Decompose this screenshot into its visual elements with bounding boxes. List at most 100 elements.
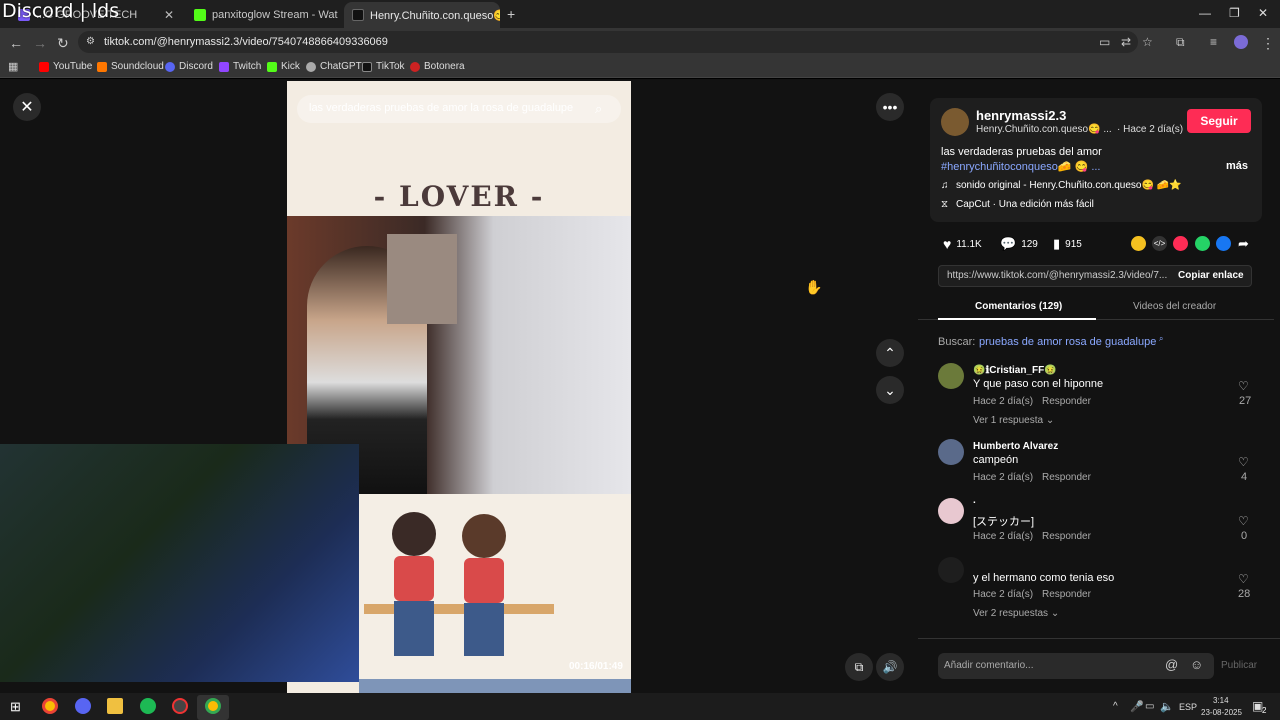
bookmark-star-icon[interactable]: ☆ xyxy=(1142,35,1153,49)
chrome-icon[interactable] xyxy=(205,698,221,714)
send-icon[interactable] xyxy=(1173,236,1188,251)
reload-icon[interactable]: ↻ xyxy=(57,35,69,52)
cast-icon[interactable]: ▭ xyxy=(1099,35,1110,49)
bookmark-botonera[interactable]: Botonera xyxy=(410,61,465,72)
volume-icon[interactable]: 🔊 xyxy=(876,653,904,681)
copy-link-button[interactable]: Copiar enlace xyxy=(1178,270,1244,281)
tab-comments[interactable]: Comentarios (129) xyxy=(975,301,1062,312)
comment-like-icon[interactable]: ♡ xyxy=(1238,455,1249,469)
comment-text: Y que paso con el hiponne xyxy=(973,378,1104,390)
comment-stat[interactable]: 💬 129 xyxy=(1000,236,1038,252)
app-icon[interactable] xyxy=(172,698,188,714)
capcut-link[interactable]: CapCut · Una edición más fácil xyxy=(956,199,1094,210)
comment-user[interactable]: . xyxy=(973,495,976,506)
comment-placeholder: Añadir comentario... xyxy=(944,660,1034,671)
reply-button[interactable]: Responder xyxy=(1042,589,1091,600)
next-video-icon[interactable]: ⌄ xyxy=(876,376,904,404)
close-video-icon[interactable]: ✕ xyxy=(13,93,41,121)
tab-creator-videos[interactable]: Videos del creador xyxy=(1133,301,1216,312)
share-friends-icon[interactable] xyxy=(1131,236,1146,251)
chrome-icon[interactable] xyxy=(42,698,58,714)
reply-button[interactable]: Responder xyxy=(1042,531,1091,542)
bookmark-chatgpt[interactable]: ChatGPT xyxy=(306,61,362,72)
spotify-icon[interactable] xyxy=(140,698,156,714)
reply-button[interactable]: Responder xyxy=(1042,472,1091,483)
tab-tiktok[interactable]: Henry.Chuñito.con.queso😋✕ xyxy=(344,2,500,28)
network-icon[interactable]: ▭ xyxy=(1145,701,1154,712)
reply-button[interactable]: Responder xyxy=(1042,396,1091,407)
emoji-icon[interactable]: ☺ xyxy=(1190,657,1203,672)
close-icon[interactable]: ✕ xyxy=(164,8,174,22)
facebook-icon[interactable] xyxy=(1216,236,1231,251)
more-options-icon[interactable]: ••• xyxy=(876,93,904,121)
language-indicator[interactable]: ESP xyxy=(1179,702,1197,712)
tab-kick-stream[interactable]: panxitoglow Stream - Wat✕ xyxy=(186,2,340,28)
creator-avatar[interactable] xyxy=(941,108,969,136)
forward-icon[interactable]: → xyxy=(33,35,47,51)
share-arrow-icon[interactable]: ➦ xyxy=(1238,236,1249,252)
comment-avatar[interactable] xyxy=(938,363,964,389)
embed-icon[interactable]: </> xyxy=(1152,236,1167,251)
like-stat[interactable]: ♥ 11.1K xyxy=(943,236,982,252)
publish-button[interactable]: Publicar xyxy=(1221,660,1257,671)
comment-like-icon[interactable]: ♡ xyxy=(1238,379,1249,393)
view-replies-button[interactable]: Ver 2 respuestas ⌄ xyxy=(973,608,1059,619)
poster-photos xyxy=(387,234,457,324)
creator-nickname[interactable]: Henry.Chuñito.con.queso😋 ... xyxy=(976,124,1112,135)
more-button[interactable]: más xyxy=(1226,160,1248,172)
bookmark-twitch[interactable]: Twitch xyxy=(219,61,261,72)
mention-icon[interactable]: @ xyxy=(1165,657,1178,672)
back-icon[interactable]: ← xyxy=(9,35,23,51)
translate-icon[interactable]: ⇄ xyxy=(1121,35,1131,49)
bookmark-tiktok[interactable]: TikTok xyxy=(362,61,405,72)
new-tab-button[interactable]: + xyxy=(507,6,515,22)
notification-count: 2 xyxy=(1262,706,1267,715)
creator-username[interactable]: henrymassi2.3 xyxy=(976,108,1066,123)
discord-icon[interactable] xyxy=(75,698,91,714)
post-hashtag[interactable]: #henrychuñitoconqueso🧀 😋 ... xyxy=(941,160,1100,173)
miniplayer-icon[interactable]: ⧉ xyxy=(845,653,873,681)
comment-text: [ステッカー] xyxy=(973,516,1035,528)
webcam-overlay xyxy=(0,444,359,682)
apps-grid-icon[interactable]: ▦ xyxy=(8,60,18,73)
chatgpt-icon xyxy=(306,61,316,72)
whatsapp-icon[interactable] xyxy=(1195,236,1210,251)
video-search-overlay: las verdaderas pruebas de amor la rosa d… xyxy=(297,95,621,123)
view-replies-button[interactable]: Ver 1 respuesta ⌄ xyxy=(973,415,1054,426)
restore-icon[interactable]: ❐ xyxy=(1229,6,1240,20)
heart-icon: ♥ xyxy=(943,236,952,252)
search-related-query[interactable]: pruebas de amor rosa de guadalupe xyxy=(979,336,1156,348)
address-url[interactable]: tiktok.com/@henrymassi2.3/video/75407488… xyxy=(104,36,388,48)
comment-avatar[interactable] xyxy=(938,498,964,524)
clock-date[interactable]: 23-08-2025 xyxy=(1201,708,1242,717)
profile-avatar[interactable] xyxy=(1234,35,1248,49)
comment-avatar[interactable] xyxy=(938,557,964,583)
previous-video-icon[interactable]: ⌃ xyxy=(876,339,904,367)
bookmark-kick[interactable]: Kick xyxy=(267,61,300,72)
menu-icon[interactable]: ⋮ xyxy=(1261,35,1275,52)
media-icon[interactable]: ≡ xyxy=(1210,35,1217,49)
comment-user[interactable]: 🤢ℹCristian_FF🤢 xyxy=(973,365,1057,376)
comment-avatar[interactable] xyxy=(938,439,964,465)
follow-button[interactable]: Seguir xyxy=(1187,109,1251,133)
extensions-icon[interactable]: ⧉ xyxy=(1176,35,1185,50)
clock-time[interactable]: 3:14 xyxy=(1213,696,1229,705)
bookmark-soundcloud[interactable]: Soundcloud xyxy=(97,61,164,72)
comment-like-icon[interactable]: ♡ xyxy=(1238,572,1249,586)
windows-start-icon[interactable]: ⊞ xyxy=(10,699,21,715)
bookmark-discord[interactable]: Discord xyxy=(165,61,213,72)
comment-likes: 28 xyxy=(1238,588,1251,600)
minimize-icon[interactable]: — xyxy=(1199,6,1211,20)
tray-chevron-icon[interactable]: ^ xyxy=(1113,701,1118,712)
comment-like-icon[interactable]: ♡ xyxy=(1238,514,1249,528)
comment-user[interactable]: Humberto Alvarez xyxy=(973,441,1058,452)
kick-icon xyxy=(194,9,206,21)
bookmark-youtube[interactable]: YouTube xyxy=(39,61,92,72)
sound-link[interactable]: sonido original - Henry.Chuñito.con.ques… xyxy=(956,180,1182,191)
speaker-icon[interactable]: 🔈 xyxy=(1160,700,1174,713)
window-close-icon[interactable]: ✕ xyxy=(1258,6,1268,20)
microphone-icon[interactable]: 🎤 xyxy=(1130,700,1144,713)
file-explorer-icon[interactable] xyxy=(107,698,123,714)
save-stat[interactable]: ▮ 915 xyxy=(1053,236,1082,252)
site-info-icon[interactable]: ⚙ xyxy=(86,36,95,47)
